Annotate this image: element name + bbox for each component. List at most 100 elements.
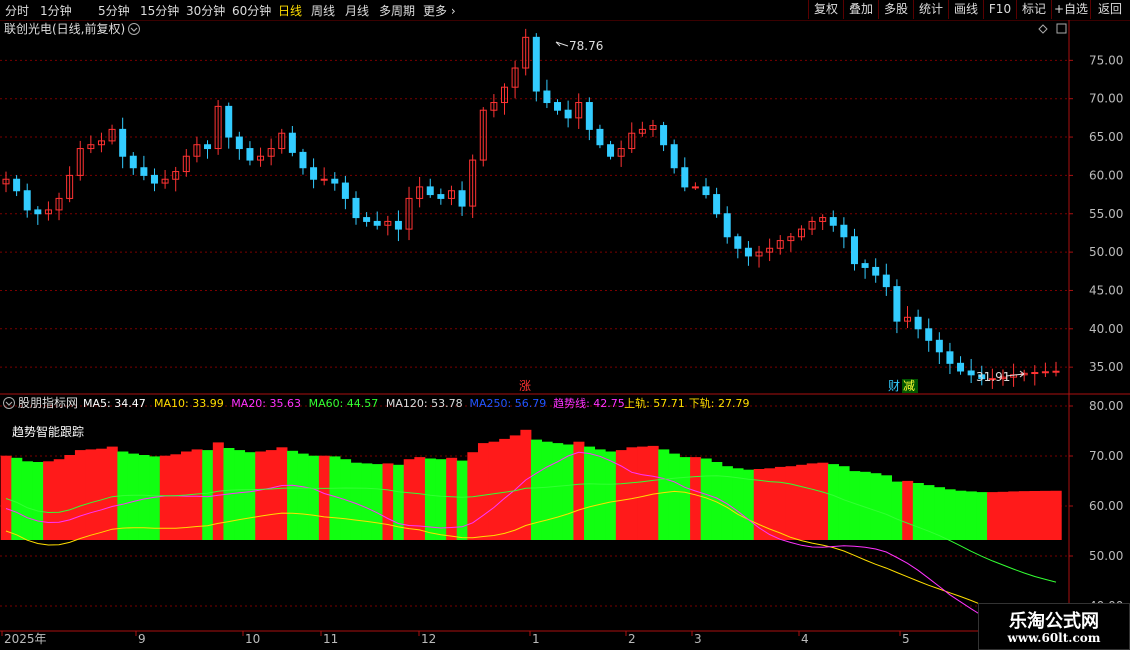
candle-body xyxy=(437,194,445,199)
candle-body xyxy=(23,190,31,211)
trend-bar xyxy=(318,455,330,540)
trend-bar xyxy=(308,455,320,540)
tab-multi-period[interactable]: 多周期 xyxy=(379,2,415,19)
main-y-tick-label: 50.00 xyxy=(1089,245,1123,259)
indicator-value-2: MA20: 35.63 xyxy=(231,397,301,410)
candle-body xyxy=(225,105,233,138)
candle-body xyxy=(978,374,986,380)
indicator-y-tick-label: 80.00 xyxy=(1089,399,1123,413)
candle-body xyxy=(161,178,169,184)
candle-body xyxy=(1041,371,1049,374)
mark-button[interactable]: 标记 xyxy=(1016,0,1051,19)
add-watchlist-button[interactable]: +自选 xyxy=(1051,0,1090,19)
candle-body xyxy=(691,186,699,189)
tab-timeframe-monthly[interactable]: 月线 xyxy=(345,2,369,19)
trend-bar xyxy=(817,462,829,540)
candle-body xyxy=(617,148,625,157)
tab-more-label: 更多 xyxy=(423,4,448,18)
indicator-name[interactable]: 股朋指标网 xyxy=(18,395,78,410)
trend-bar xyxy=(202,450,214,540)
trend-bar xyxy=(594,449,606,540)
trend-bar xyxy=(96,448,108,540)
candle-body xyxy=(416,186,424,199)
candle-body xyxy=(55,197,63,211)
chart-area[interactable]: 75.00 70.00 65.00 60.00 55.00 50.00 45.00 40.00… xyxy=(0,0,1130,650)
badge-rise[interactable]: 涨 xyxy=(519,378,531,393)
trend-bar xyxy=(859,471,871,540)
indicator-value-1: MA10: 33.99 xyxy=(154,397,224,410)
trend-bar xyxy=(477,443,489,540)
back-button[interactable]: 返回 xyxy=(1090,0,1129,19)
f10-button[interactable]: F10 xyxy=(983,0,1016,19)
candle-body xyxy=(797,228,805,238)
tab-timeframe-60m[interactable]: 60分钟 xyxy=(232,2,271,19)
tab-timeframe-30m[interactable]: 30分钟 xyxy=(186,2,225,19)
trend-bar xyxy=(987,492,999,540)
statistics-button[interactable]: 统计 xyxy=(913,0,948,19)
stock-title[interactable]: 联创光电(日线,前复权) xyxy=(4,21,125,36)
indicator-chevron-icon[interactable] xyxy=(3,397,15,409)
trend-bar xyxy=(106,446,118,540)
trend-bar xyxy=(584,446,596,540)
low-arrow xyxy=(1005,370,1025,378)
candle-body xyxy=(278,132,286,150)
main-y-tick-label: 35.00 xyxy=(1089,360,1123,374)
badge-finance[interactable]: 财 xyxy=(888,379,900,393)
maximize-icon[interactable] xyxy=(1056,23,1067,34)
diamond-icon[interactable] xyxy=(1038,24,1048,34)
candle-body xyxy=(808,220,816,230)
main-y-tick-label: 45.00 xyxy=(1089,283,1123,297)
candle-body xyxy=(840,224,848,238)
trend-bar xyxy=(965,491,977,540)
tab-timeframe-daily[interactable]: 日线 xyxy=(278,2,302,19)
candle-body xyxy=(1020,372,1028,376)
watermark: 乐淘公式网 www.60lt.com xyxy=(978,603,1130,650)
candle-body xyxy=(479,109,487,161)
tab-timeframe-1m[interactable]: 1分钟 xyxy=(40,2,72,19)
trend-bar xyxy=(912,483,924,540)
trend-bar xyxy=(255,451,267,540)
main-y-tick-label: 40.00 xyxy=(1089,322,1123,336)
trend-bar xyxy=(85,449,97,540)
high-arrow xyxy=(555,41,569,47)
multi-stock-button[interactable]: 多股 xyxy=(878,0,913,19)
candle-body xyxy=(1010,374,1018,378)
indicator-value-7: 上轨: 57.71 xyxy=(624,396,685,410)
candle-body xyxy=(904,316,912,322)
trend-bar xyxy=(944,489,956,540)
trend-bar xyxy=(32,462,44,540)
candle-body xyxy=(681,167,689,188)
trend-bar xyxy=(827,464,839,540)
tab-more[interactable]: 更多 › xyxy=(423,2,456,19)
overlay-button[interactable]: 叠加 xyxy=(843,0,878,19)
candle-body xyxy=(235,136,243,150)
indicator-value-5: MA250: 56.79 xyxy=(470,397,547,410)
tab-timeframe-15m[interactable]: 15分钟 xyxy=(140,2,179,19)
chevron-down-icon[interactable] xyxy=(128,23,140,35)
trend-bar xyxy=(435,459,447,540)
rights-adjust-button[interactable]: 复权 xyxy=(808,0,843,19)
trend-bar xyxy=(127,453,139,540)
trend-bar xyxy=(690,457,702,540)
main-y-tick-label: 65.00 xyxy=(1089,130,1123,144)
x-tick-label: 1 xyxy=(532,632,540,646)
candle-body xyxy=(108,128,116,142)
draw-line-button[interactable]: 画线 xyxy=(948,0,983,19)
indicator-lines xyxy=(5,451,1057,639)
tab-timeframe-minute[interactable]: 分时 xyxy=(5,2,29,19)
trend-bars xyxy=(0,429,1062,540)
trend-bar xyxy=(743,469,755,540)
badge-reduce[interactable]: 减 xyxy=(903,379,915,393)
x-tick-label: 10 xyxy=(245,632,260,646)
trend-bar xyxy=(21,461,33,540)
trend-bar xyxy=(64,455,76,540)
candle-body xyxy=(988,378,996,381)
candle-body xyxy=(882,274,890,288)
candle-body xyxy=(585,102,593,130)
candle-body xyxy=(204,144,212,150)
indicator-value-4: MA120: 53.78 xyxy=(386,397,463,410)
candle-body xyxy=(140,167,148,176)
tab-timeframe-weekly[interactable]: 周线 xyxy=(311,2,335,19)
candle-body xyxy=(500,86,508,104)
tab-timeframe-5m[interactable]: 5分钟 xyxy=(98,2,130,19)
